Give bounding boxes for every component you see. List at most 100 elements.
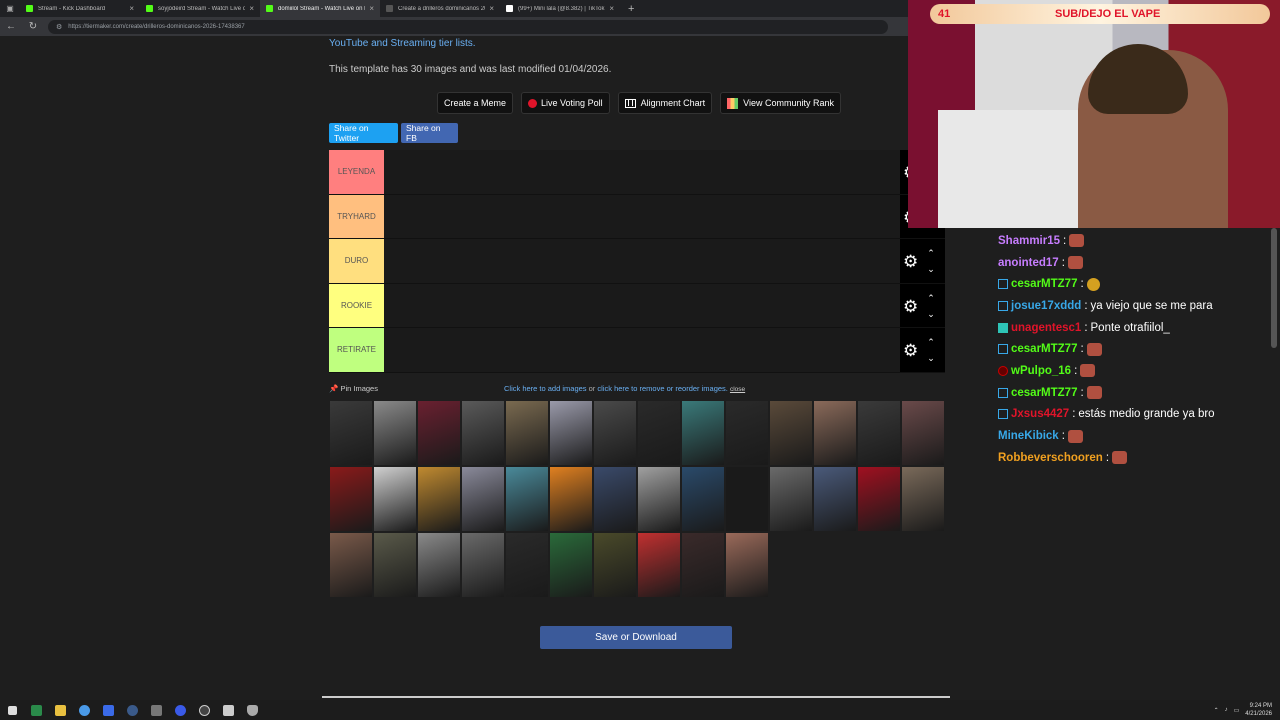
share-fb-button[interactable]: Share on FB — [401, 123, 458, 143]
tier-image-thumbnail[interactable] — [813, 400, 857, 466]
reorder-images-link[interactable]: click here to remove or reorder images. — [597, 384, 727, 393]
tier-drop-zone[interactable] — [384, 283, 900, 327]
gear-icon[interactable]: ⚙ — [903, 342, 918, 359]
chrome-icon[interactable] — [72, 700, 96, 720]
tab-close-icon[interactable]: × — [249, 4, 254, 13]
clock[interactable]: 9:24 PM 4/21/2026 — [1245, 702, 1272, 718]
save-download-button[interactable]: Save or Download — [540, 626, 732, 649]
tier-label[interactable]: TRYHARD — [329, 194, 384, 238]
create-meme-button[interactable]: Create a Meme — [437, 92, 514, 114]
chevron-up-icon[interactable]: ⌃ — [926, 245, 936, 261]
tab-close-icon[interactable]: × — [609, 4, 614, 13]
volume-icon[interactable]: ♪ — [1225, 707, 1228, 713]
tier-image-thumbnail[interactable] — [593, 400, 637, 466]
vertical-scrollbar[interactable] — [1271, 228, 1277, 348]
chat-username[interactable]: anointed17 — [998, 257, 1059, 269]
tier-label[interactable]: RETIRATE — [329, 328, 384, 372]
tier-image-thumbnail[interactable] — [725, 532, 769, 598]
steam-icon[interactable] — [120, 700, 144, 720]
obs-icon[interactable] — [192, 700, 216, 720]
terminal-icon[interactable] — [24, 700, 48, 720]
tier-drop-zone[interactable] — [384, 150, 900, 194]
tab-close-icon[interactable]: × — [369, 4, 374, 13]
chat-username[interactable]: Shammir15 — [998, 235, 1060, 247]
tier-image-thumbnail[interactable] — [505, 400, 549, 466]
view-community-rank-button[interactable]: View Community Rank — [720, 92, 841, 114]
tier-image-thumbnail[interactable] — [329, 400, 373, 466]
tier-image-thumbnail[interactable] — [593, 466, 637, 532]
tier-image-thumbnail[interactable] — [461, 400, 505, 466]
pin-icon[interactable]: 📌 — [329, 384, 338, 393]
reload-icon[interactable]: ↻ — [22, 21, 44, 32]
tier-image-thumbnail[interactable] — [813, 466, 857, 532]
chat-username[interactable]: cesarMTZ77 — [1011, 343, 1077, 355]
chat-username[interactable]: cesarMTZ77 — [1011, 278, 1077, 290]
chevron-down-icon[interactable]: ⌄ — [926, 261, 936, 277]
chat-username[interactable]: MineKibick — [998, 430, 1059, 442]
tier-image-thumbnail[interactable] — [549, 532, 593, 598]
tier-image-thumbnail[interactable] — [417, 532, 461, 598]
calendar-icon[interactable] — [216, 700, 240, 720]
url-input[interactable]: ⚙ https://tiermaker.com/create/drilleros… — [48, 19, 888, 34]
chat-username[interactable]: cesarMTZ77 — [1011, 387, 1077, 399]
gear-icon[interactable]: ⚙ — [903, 253, 918, 270]
chevron-down-icon[interactable]: ⌄ — [926, 306, 936, 322]
gear-icon[interactable]: ⚙ — [903, 298, 918, 315]
window-menu-icon[interactable]: ▣ — [0, 4, 20, 13]
tier-image-thumbnail[interactable] — [505, 466, 549, 532]
tier-label[interactable]: LEYENDA — [329, 150, 384, 194]
chevron-up-icon[interactable]: ⌃ — [926, 290, 936, 306]
pin-images-label[interactable]: Pin Images — [340, 384, 378, 393]
network-icon[interactable]: ▭ — [1234, 707, 1240, 714]
tier-image-thumbnail[interactable] — [681, 532, 725, 598]
tier-drop-zone[interactable] — [384, 239, 900, 283]
tier-image-thumbnail[interactable] — [461, 466, 505, 532]
browser-tab[interactable]: Create a drilleros dominicanos 20 × — [380, 0, 500, 17]
folder-icon[interactable] — [48, 700, 72, 720]
tier-image-thumbnail[interactable] — [769, 466, 813, 532]
new-tab-button[interactable]: + — [620, 3, 642, 15]
tab-close-icon[interactable]: × — [489, 4, 494, 13]
chat-username[interactable]: Robbeverschooren — [998, 452, 1103, 464]
tier-image-thumbnail[interactable] — [857, 400, 901, 466]
close-link[interactable]: close — [730, 386, 745, 393]
browser-tab[interactable]: soyjodeird Stream - Watch Live o × — [140, 0, 260, 17]
tier-image-thumbnail[interactable] — [417, 466, 461, 532]
tier-image-thumbnail[interactable] — [373, 466, 417, 532]
chat-username[interactable]: josue17xddd — [1011, 300, 1081, 312]
tab-close-icon[interactable]: × — [129, 4, 134, 13]
chat-username[interactable]: Jxsus4427 — [1011, 408, 1069, 420]
tier-image-thumbnail[interactable] — [593, 532, 637, 598]
back-icon[interactable]: ← — [0, 21, 22, 32]
chat-username[interactable]: wPulpo_16 — [1011, 365, 1071, 377]
tier-image-thumbnail[interactable] — [901, 400, 945, 466]
youtube-streaming-link[interactable]: YouTube and Streaming tier lists. — [329, 38, 476, 49]
browser-tab[interactable]: domiilol Stream - Watch Live on K × — [260, 0, 380, 17]
tier-image-thumbnail[interactable] — [681, 466, 725, 532]
tier-image-thumbnail[interactable] — [637, 400, 681, 466]
chevron-up-icon[interactable]: ⌃ — [926, 334, 936, 350]
tier-image-thumbnail[interactable] — [549, 400, 593, 466]
tier-image-thumbnail[interactable] — [725, 400, 769, 466]
horizontal-scrollbar[interactable] — [322, 696, 950, 698]
chat-username[interactable]: unagentesc1 — [1011, 322, 1081, 334]
tier-image-thumbnail[interactable] — [329, 532, 373, 598]
tier-image-thumbnail[interactable] — [373, 532, 417, 598]
shield-icon[interactable] — [240, 700, 264, 720]
chevron-down-icon[interactable]: ⌄ — [926, 350, 936, 366]
tier-image-thumbnail[interactable] — [901, 466, 945, 532]
browser-icon[interactable] — [168, 700, 192, 720]
start-icon[interactable] — [0, 700, 24, 720]
tier-label[interactable]: DURO — [329, 239, 384, 283]
app-icon[interactable] — [96, 700, 120, 720]
browser-tab[interactable]: Stream - Kick Dashboard × — [20, 0, 140, 17]
tier-image-thumbnail[interactable] — [637, 532, 681, 598]
tier-label[interactable]: ROOKIE — [329, 283, 384, 327]
tier-image-thumbnail[interactable] — [461, 532, 505, 598]
tier-image-thumbnail[interactable] — [373, 400, 417, 466]
live-voting-poll-button[interactable]: Live Voting Poll — [521, 92, 610, 114]
tier-drop-zone[interactable] — [384, 194, 900, 238]
tier-drop-zone[interactable] — [384, 328, 900, 372]
chevron-up-icon[interactable]: ⌃ — [1214, 707, 1219, 714]
add-images-link[interactable]: Click here to add images — [504, 384, 587, 393]
